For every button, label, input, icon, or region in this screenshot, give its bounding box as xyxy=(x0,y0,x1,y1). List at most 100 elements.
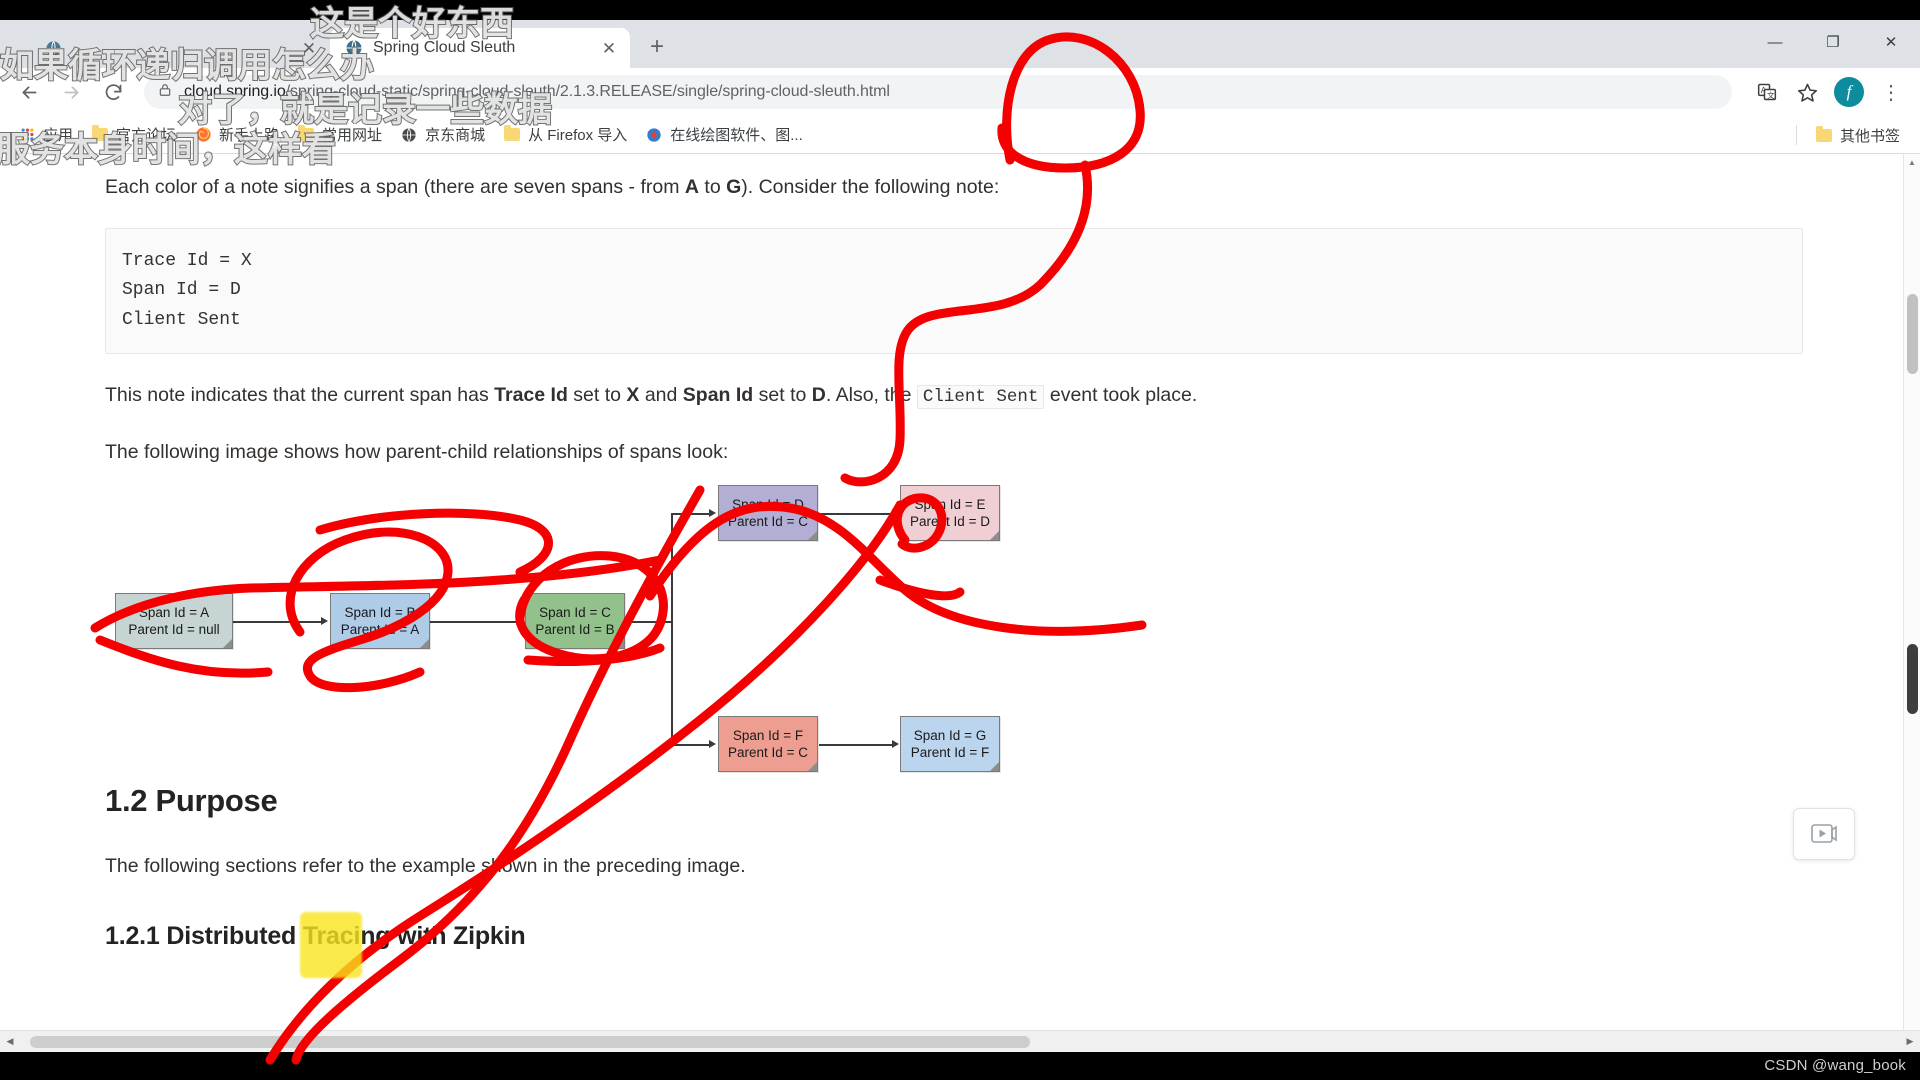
vertical-scrollbar-thumb[interactable] xyxy=(1907,294,1918,374)
tab-1-title: Spring Cloud Sleuth xyxy=(373,39,516,56)
arrow-c-branch xyxy=(625,621,672,623)
url-path: /spring-cloud-static/spring-cloud-sleuth… xyxy=(285,83,890,100)
note-text-4: set to xyxy=(753,383,812,406)
browser-toolbar: cloud.spring.io/spring-cloud-static/spri… xyxy=(0,68,1920,116)
span-box-f: Span Id = F Parent Id = C xyxy=(718,716,818,773)
arrow-branch-vert xyxy=(671,513,673,746)
span-box-c-line1: Span Id = C xyxy=(539,604,611,620)
address-bar[interactable]: cloud.spring.io/spring-cloud-static/spri… xyxy=(144,75,1732,109)
folder-icon xyxy=(297,125,315,144)
horizontal-scrollbar-track[interactable] xyxy=(20,1035,1900,1049)
tab-1[interactable]: Spring Cloud Sleuth ✕ xyxy=(330,28,630,68)
span-box-d-line2: Parent Id = C xyxy=(728,514,808,530)
other-bookmarks-label: 其他书签 xyxy=(1839,127,1900,145)
trace-id-label: Trace Id xyxy=(494,383,568,406)
firefox-icon xyxy=(194,126,212,144)
browser-menu-button[interactable]: ⋮ xyxy=(1872,73,1910,111)
bookmark-item-4-label: 京东商城 xyxy=(425,127,486,144)
new-tab-button[interactable]: + xyxy=(640,30,674,64)
vertical-scrollbar-thumb-secondary[interactable] xyxy=(1907,644,1918,714)
span-id-value: D xyxy=(811,383,826,406)
svg-text:文: 文 xyxy=(1767,90,1775,100)
client-sent-code: Client Sent xyxy=(916,384,1045,409)
folder-icon xyxy=(91,125,109,144)
bookmarks-bar-right: 其他书签 xyxy=(1795,116,1910,154)
profile-avatar[interactable]: f xyxy=(1834,77,1864,107)
arrowhead-f-g xyxy=(892,740,899,749)
reload-button[interactable] xyxy=(94,73,132,111)
translate-icon[interactable]: A文 xyxy=(1748,73,1786,111)
bookmark-star-icon[interactable] xyxy=(1788,73,1826,111)
bookmark-item-6[interactable]: 在线绘图软件、图... xyxy=(637,120,811,149)
arrowhead-b-c xyxy=(516,617,523,626)
page-viewport: Each color of a note signifies a span (t… xyxy=(0,154,1920,1052)
note-text-1: This note indicates that the current spa… xyxy=(105,383,495,406)
globe-icon xyxy=(400,126,418,144)
arrow-f-g xyxy=(819,744,894,746)
maximize-button[interactable]: ❐ xyxy=(1804,20,1862,64)
arrow-branch-to-d xyxy=(671,513,711,515)
bookmarks-bar: 应用 官方论坛 新手上路 常用网址 京东商城 从 Firefox 导入 在线绘图… xyxy=(0,116,1920,154)
note-paragraph: This note indicates that the current spa… xyxy=(105,380,1803,411)
folder-icon xyxy=(503,125,521,144)
section-heading-1-2-1: 1.2.1 Distributed Tracing with Zipkin xyxy=(105,922,526,951)
span-id-label: Span Id xyxy=(682,383,754,406)
url-host: cloud.spring.io xyxy=(184,83,286,100)
bookmark-item-0[interactable]: 应用 xyxy=(10,120,81,149)
scroll-right-button[interactable]: ▶ xyxy=(1900,1036,1920,1047)
page-info-icon[interactable] xyxy=(158,83,174,102)
bookmark-item-1-label: 官方论坛 xyxy=(116,127,177,144)
drawio-icon xyxy=(645,126,663,144)
bookmark-item-3[interactable]: 常用网址 xyxy=(289,120,390,149)
forward-button[interactable] xyxy=(52,73,90,111)
section-heading-1-2: 1.2 Purpose xyxy=(105,783,278,819)
tab-1-close-icon[interactable]: ✕ xyxy=(600,39,618,57)
span-box-b: Span Id = B Parent Id = A xyxy=(330,593,430,650)
bookmark-item-5[interactable]: 从 Firefox 导入 xyxy=(495,120,635,149)
span-box-d: Span Id = D Parent Id = C xyxy=(718,485,818,542)
bookmark-item-1[interactable]: 官方论坛 xyxy=(83,120,184,149)
scroll-up-button[interactable]: ▲ xyxy=(1904,154,1920,171)
horizontal-scrollbar[interactable]: ◀ ▶ xyxy=(0,1030,1920,1052)
vertical-scrollbar[interactable]: ▲ xyxy=(1903,154,1920,1030)
minimize-button[interactable]: — xyxy=(1746,20,1804,64)
bookmark-item-5-label: 从 Firefox 导入 xyxy=(528,127,628,144)
span-letter-g: G xyxy=(726,176,742,198)
note-text-6: event took place. xyxy=(1044,383,1198,406)
arrow-a-b xyxy=(233,621,323,623)
window-controls: — ❐ ✕ xyxy=(1746,20,1920,64)
span-box-g-line2: Parent Id = F xyxy=(910,745,990,761)
span-box-c: Span Id = C Parent Id = B xyxy=(525,593,625,650)
csdn-watermark: CSDN @wang_book xyxy=(1764,1057,1906,1074)
note-text-2: set to xyxy=(567,383,627,406)
purpose-paragraph: The following sections refer to the exam… xyxy=(105,855,746,878)
arrowhead-a-b xyxy=(321,617,328,626)
bookmark-item-4[interactable]: 京东商城 xyxy=(392,120,493,149)
tab-0-close-icon[interactable]: ✕ xyxy=(300,39,318,57)
arrowhead-c-d xyxy=(709,509,716,518)
span-relationship-diagram: Span Id = A Parent Id = null Span Id = B… xyxy=(105,485,1803,773)
intro-text-mid: to xyxy=(698,176,727,198)
bookmark-item-2-label: 新手上路 xyxy=(219,127,280,144)
span-box-e: Span Id = E Parent Id = D xyxy=(900,485,1000,542)
span-box-b-line2: Parent Id = A xyxy=(340,622,420,638)
arrowhead-c-f xyxy=(709,740,716,749)
span-box-a-line1: Span Id = A xyxy=(138,604,210,620)
floating-video-button[interactable] xyxy=(1793,808,1855,860)
note-text-3: and xyxy=(639,383,683,406)
bookmark-item-2[interactable]: 新手上路 xyxy=(186,120,287,149)
screen: ✕ Spring Cloud Sleuth ✕ + — ❐ ✕ cloud.sp… xyxy=(0,0,1920,1080)
horizontal-scrollbar-thumb[interactable] xyxy=(30,1035,1030,1048)
back-button[interactable] xyxy=(10,73,48,111)
span-box-a: Span Id = A Parent Id = null xyxy=(115,593,233,650)
other-bookmarks-button[interactable]: 其他书签 xyxy=(1807,121,1908,150)
span-box-g-line1: Span Id = G xyxy=(913,727,987,743)
close-window-button[interactable]: ✕ xyxy=(1862,20,1920,64)
span-box-e-line1: Span Id = E xyxy=(914,496,986,512)
arrow-branch-to-f xyxy=(671,744,711,746)
tab-0[interactable]: ✕ xyxy=(30,28,330,68)
bookmarks-separator xyxy=(1795,125,1797,145)
span-box-e-line2: Parent Id = D xyxy=(910,514,990,530)
scroll-left-button[interactable]: ◀ xyxy=(0,1036,20,1047)
arrowhead-d-e xyxy=(892,509,899,518)
